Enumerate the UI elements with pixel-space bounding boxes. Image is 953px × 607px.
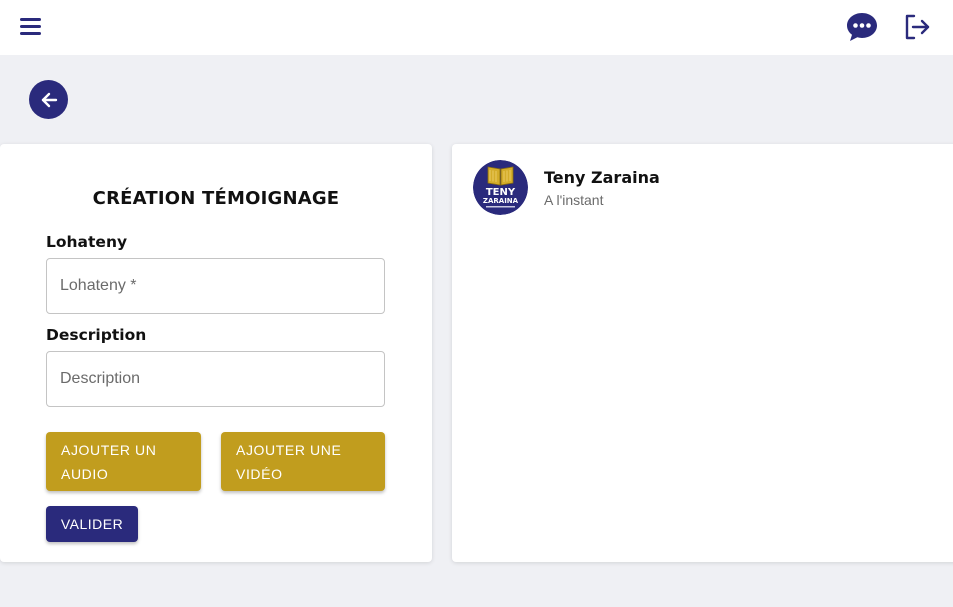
chat-button[interactable] [845, 10, 879, 44]
add-video-button[interactable]: AJOUTER UNE VIDÉO [221, 432, 385, 491]
svg-text:ZARAINA: ZARAINA [483, 197, 519, 205]
description-input[interactable] [46, 351, 385, 407]
avatar: TENY ZARAINA [473, 160, 528, 215]
back-button[interactable] [29, 80, 68, 119]
title-field-label: Lohateny [46, 233, 128, 251]
teny-zaraina-logo-icon: TENY ZARAINA [473, 160, 528, 215]
form-title: CRÉATION TÉMOIGNAGE [92, 188, 340, 209]
logout-button[interactable] [903, 13, 931, 41]
title-input[interactable] [46, 258, 385, 314]
submit-button[interactable]: VALIDER [46, 506, 138, 542]
logout-icon [905, 14, 930, 40]
arrow-left-icon [41, 92, 57, 107]
post-timestamp: A l'instant [544, 192, 604, 208]
chat-bubble-icon [847, 13, 877, 41]
hamburger-menu-icon [20, 18, 41, 21]
menu-button[interactable] [20, 18, 41, 36]
add-audio-button[interactable]: AJOUTER UN AUDIO [46, 432, 201, 491]
description-field-label: Description [46, 326, 147, 344]
testimony-form-card: CRÉATION TÉMOIGNAGE Lohateny Description… [0, 144, 432, 562]
author-name: Teny Zaraina [544, 168, 660, 187]
top-app-bar [0, 0, 953, 55]
testimony-preview-card: TENY ZARAINA Teny Zaraina A l'instant [452, 144, 953, 562]
